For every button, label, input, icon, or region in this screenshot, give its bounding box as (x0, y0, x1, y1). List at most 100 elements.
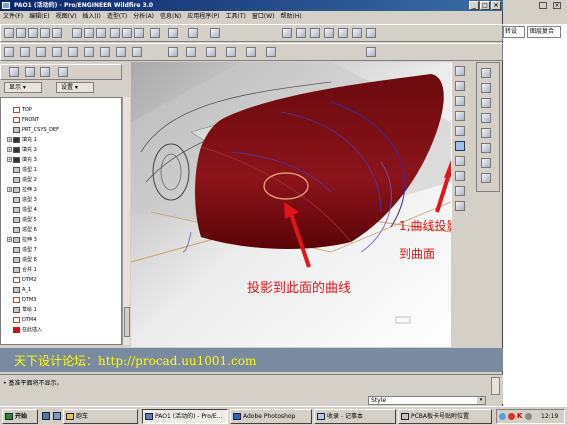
menu-info[interactable]: 信息(N) (157, 11, 184, 22)
web-browser-icon[interactable] (58, 67, 68, 77)
blend-icon[interactable] (481, 173, 491, 183)
panel-tab-1[interactable]: 转设 (503, 26, 525, 38)
help-icon[interactable] (366, 47, 376, 57)
menu-insert[interactable]: 插入(I) (79, 11, 103, 22)
show-dropdown[interactable]: 显示 ▾ (4, 82, 42, 93)
start-button[interactable]: 开始 (2, 409, 38, 424)
menu-applications[interactable]: 应用程序(P) (184, 11, 222, 22)
tree-item[interactable]: TOP (7, 106, 32, 114)
rectangle-icon[interactable] (481, 83, 491, 93)
tree-item[interactable]: + 填充 2 (7, 146, 37, 154)
delete-icon[interactable] (481, 143, 491, 153)
trim-icon[interactable] (455, 171, 465, 181)
menu-view[interactable]: 视图(V) (53, 11, 80, 22)
network-icon[interactable] (499, 413, 506, 420)
curve-icon[interactable] (186, 47, 196, 57)
curve-on-surface-icon[interactable] (455, 126, 465, 136)
csys-display-icon[interactable] (116, 47, 126, 57)
copy-icon[interactable] (84, 28, 94, 38)
restore-icon[interactable] (539, 2, 547, 9)
zoom-out-icon[interactable] (296, 28, 306, 38)
task-item-3[interactable]: Adobe Photoshop (230, 409, 312, 424)
task-item-5[interactable]: PCBA板卡号贴附位置 (398, 409, 492, 424)
layers-icon[interactable] (352, 28, 362, 38)
repaint-icon[interactable] (188, 28, 198, 38)
line-icon[interactable] (481, 98, 491, 108)
tree-item[interactable]: 造型 8 (7, 256, 37, 264)
maximize-button[interactable]: □ (480, 1, 490, 10)
menu-tools[interactable]: 工具(T) (223, 11, 249, 22)
plane-icon[interactable] (246, 47, 256, 57)
select-icon[interactable] (168, 28, 178, 38)
menu-file[interactable]: 文件(F) (0, 11, 26, 22)
shading-icon[interactable] (52, 47, 62, 57)
spline-icon[interactable] (481, 113, 491, 123)
point-icon[interactable] (266, 47, 276, 57)
edit-curve-icon[interactable] (455, 186, 465, 196)
surface-icon[interactable] (206, 47, 216, 57)
tree-item[interactable]: FRONT (7, 116, 39, 124)
expand-icon[interactable]: + (7, 157, 12, 162)
k-icon[interactable]: K (517, 412, 522, 420)
status-scrollbar[interactable] (491, 377, 500, 395)
save-icon[interactable] (28, 28, 38, 38)
minimize-button[interactable]: _ (469, 1, 479, 10)
folder-browser-icon[interactable] (25, 67, 35, 77)
view-manager-icon[interactable] (366, 28, 376, 38)
select-arrow-icon[interactable] (455, 66, 465, 76)
tree-item[interactable]: + 填充 1 (7, 136, 37, 144)
fillet-icon[interactable] (481, 128, 491, 138)
email-icon[interactable] (52, 28, 62, 38)
tree-item[interactable]: DTM2 (7, 276, 36, 284)
close-button[interactable]: × (491, 1, 501, 10)
tree-item[interactable]: A_1 (7, 286, 31, 294)
tree-item[interactable]: 造型 1 (7, 166, 37, 174)
copy-curve-icon[interactable] (481, 158, 491, 168)
expand-icon[interactable]: + (7, 187, 12, 192)
drop-curve-icon[interactable] (455, 156, 465, 166)
expand-icon[interactable]: + (7, 147, 12, 152)
panel-tab-2[interactable]: 图层复合 (527, 26, 561, 38)
tree-item[interactable]: 在此插入 (7, 326, 42, 334)
wireframe-icon[interactable] (4, 47, 14, 57)
tree-item[interactable]: + 拉伸 3 (7, 236, 37, 244)
hidden-line-icon[interactable] (20, 47, 30, 57)
tree-item[interactable]: + 填充 3 (7, 156, 37, 164)
search-icon[interactable] (150, 28, 160, 38)
analysis-icon[interactable] (168, 47, 178, 57)
regen-icon[interactable] (134, 28, 144, 38)
menu-help[interactable]: 帮助(H) (278, 11, 305, 22)
sketch-icon[interactable] (226, 47, 236, 57)
chevron-down-icon[interactable]: ▾ (477, 397, 485, 404)
paste-icon[interactable] (96, 28, 106, 38)
model-tree-tab-icon[interactable] (9, 67, 19, 77)
refit-icon[interactable] (310, 28, 320, 38)
tree-item[interactable]: 造型 6 (7, 226, 37, 234)
tree-item[interactable]: 草绘 1 (7, 306, 37, 314)
tree-item[interactable]: 造型 4 (7, 206, 37, 214)
favorites-icon[interactable] (40, 67, 50, 77)
ie-icon[interactable] (42, 412, 50, 420)
saved-views-icon[interactable] (338, 28, 348, 38)
no-hidden-icon[interactable] (36, 47, 46, 57)
done-icon[interactable] (455, 201, 465, 211)
settings-dropdown[interactable]: 设置 ▾ (56, 82, 94, 93)
datum-planes-icon[interactable] (68, 47, 78, 57)
menu-analysis[interactable]: 分析(A) (130, 11, 157, 22)
task-item-1[interactable]: 跑车 (63, 409, 138, 424)
tree-item[interactable]: 造型 2 (7, 176, 37, 184)
open-icon[interactable] (16, 28, 26, 38)
desktop-icon[interactable] (53, 412, 61, 420)
project-curve-icon[interactable] (455, 141, 465, 151)
graphics-viewport[interactable]: 投影到此面的曲线 1,曲线投影 到曲面 (131, 62, 451, 347)
reorient-icon[interactable] (324, 28, 334, 38)
datum-axes-icon[interactable] (84, 47, 94, 57)
tree-scrollbar[interactable] (122, 97, 130, 345)
menu-style[interactable]: 造型(T) (104, 11, 130, 22)
model-tree-icon[interactable] (132, 47, 142, 57)
pen-icon[interactable] (455, 111, 465, 121)
tree-item[interactable]: 造型 5 (7, 216, 37, 224)
zoom-in-icon[interactable] (282, 28, 292, 38)
antivirus-icon[interactable] (508, 413, 515, 420)
menu-edit[interactable]: 编辑(E) (26, 11, 52, 22)
